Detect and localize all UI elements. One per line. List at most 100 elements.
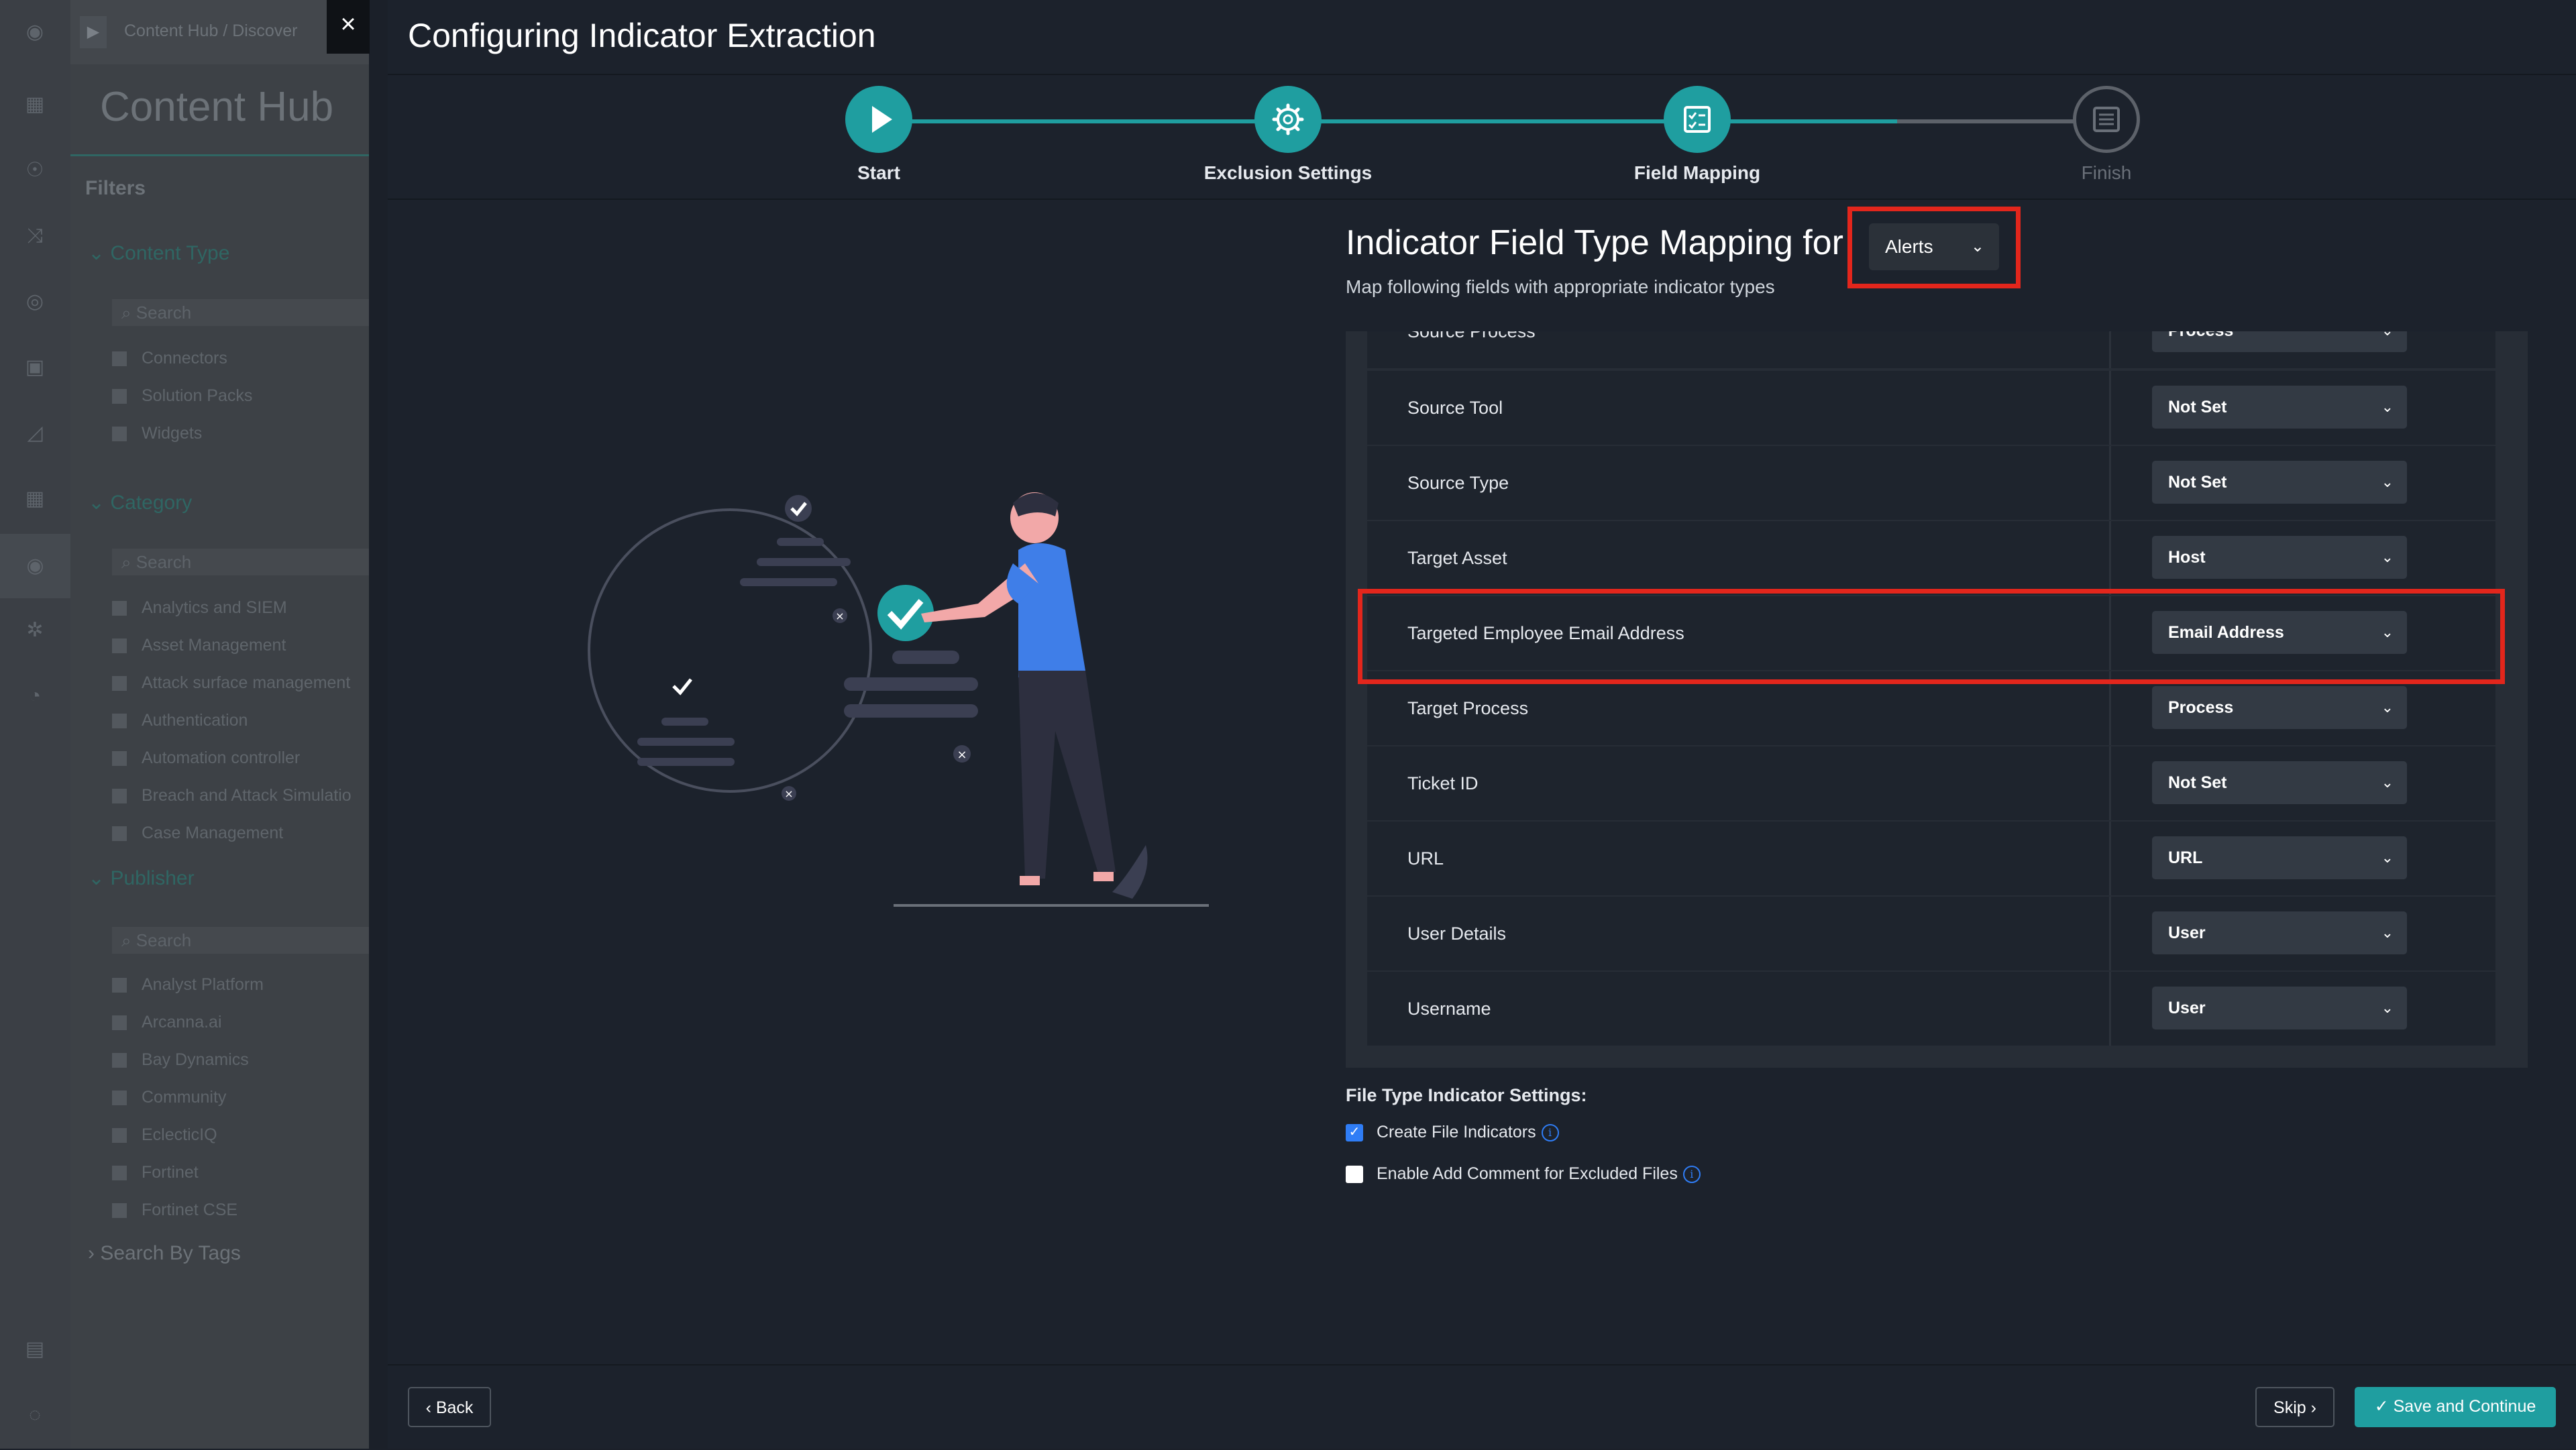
filter-item-label: Fortinet: [142, 1163, 199, 1182]
filter-item-label: Breach and Attack Simulatio: [142, 786, 352, 805]
enable-add-comment-option[interactable]: Enable Add Comment for Excluded Files i: [1346, 1164, 1701, 1184]
filter-item-label: Connectors: [142, 349, 227, 368]
step-start[interactable]: [845, 86, 912, 153]
column-divider: [2109, 331, 2111, 368]
save-and-continue-button[interactable]: ✓ Save and Continue: [2355, 1387, 2556, 1427]
option-label: Create File Indicators: [1377, 1123, 1536, 1141]
table-row: Source Type Not Set ⌄: [1367, 446, 2496, 520]
content-type-label: Content Type: [110, 242, 230, 264]
column-divider: [2109, 446, 2111, 520]
column-divider: [2109, 371, 2111, 445]
svg-text:×: ×: [957, 748, 967, 762]
checkbox-checked[interactable]: ✓: [1346, 1124, 1363, 1142]
wizard-stepper: Start Exclusion Settings Field Mapping F…: [388, 75, 2576, 200]
checkbox-unchecked[interactable]: [1346, 1166, 1363, 1184]
column-divider: [2109, 822, 2111, 895]
indicator-type-select[interactable]: Not Set ⌄: [2152, 761, 2407, 804]
mapping-table[interactable]: Source Process Process ⌄ Source Tool Not …: [1346, 331, 2528, 1068]
step-exclusion-settings-label: Exclusion Settings: [1203, 162, 1373, 183]
indicator-type-select[interactable]: Not Set ⌄: [2152, 461, 2407, 504]
indicator-type-select[interactable]: Process ⌄: [2152, 331, 2407, 352]
apps-icon: ▦: [25, 488, 45, 510]
filter-item-label: Solution Packs: [142, 386, 253, 405]
search-by-tags-section: › Search By Tags: [88, 1242, 241, 1264]
filter-item: Automation controller: [112, 748, 300, 768]
help-icon: ◌: [29, 1404, 41, 1426]
breadcrumb: Content Hub / Discover: [124, 21, 298, 40]
skip-button[interactable]: Skip ›: [2255, 1387, 2334, 1427]
incidents-icon: ☉: [25, 159, 44, 181]
section-subtitle: Map following fields with appropriate in…: [1346, 276, 1775, 297]
filter-item: EclecticIQ: [112, 1125, 217, 1145]
field-name: Source Process: [1407, 331, 1536, 341]
table-row: Ticket ID Not Set ⌄: [1367, 746, 2496, 820]
gear-icon: [1272, 103, 1304, 135]
indicator-type-value: Not Set: [2168, 473, 2227, 492]
info-icon[interactable]: i: [1541, 1124, 1559, 1142]
indicator-type-value: URL: [2168, 848, 2203, 867]
content-type-search: ⌕ Search: [112, 299, 369, 326]
table-row: Source Tool Not Set ⌄: [1367, 371, 2496, 445]
table-row: Source Process Process ⌄: [1367, 331, 2496, 368]
alerts-icon: ◎: [25, 290, 44, 313]
table-row: URL URL ⌄: [1367, 822, 2496, 895]
step-finish[interactable]: [2073, 86, 2140, 153]
logo-icon: ◉: [25, 21, 44, 43]
content-hub-icon: ◉: [0, 534, 70, 598]
create-file-indicators-option[interactable]: ✓ Create File Indicators i: [1346, 1123, 1559, 1142]
chevron-down-icon: ⌄: [2381, 398, 2394, 415]
back-button[interactable]: ‹ Back: [408, 1387, 491, 1427]
file-type-settings-title: File Type Indicator Settings:: [1346, 1085, 1587, 1105]
filter-item: Breach and Attack Simulatio: [112, 786, 352, 805]
column-divider: [2109, 521, 2111, 595]
filter-item-label: Arcanna.ai: [142, 1013, 222, 1031]
close-icon[interactable]: ×: [327, 0, 370, 54]
category-section: ⌄ Category: [88, 492, 193, 514]
indicator-type-select[interactable]: User ⌄: [2152, 911, 2407, 954]
filter-item-label: Fortinet CSE: [142, 1201, 238, 1219]
field-name: URL: [1407, 848, 1444, 869]
filter-item: Fortinet CSE: [112, 1201, 237, 1220]
indicator-type-select[interactable]: URL ⌄: [2152, 836, 2407, 879]
field-name: User Details: [1407, 924, 1507, 944]
content-hub-panel: ▶ Content Hub / Discover Content Hub Fil…: [70, 0, 369, 1449]
dashboard-icon: ▦: [25, 93, 45, 115]
chevron-down-icon: ⌄: [2381, 999, 2394, 1016]
filter-item: Analytics and SIEM: [112, 598, 287, 618]
info-icon[interactable]: i: [1682, 1166, 1701, 1184]
settings-icon: ✲: [26, 619, 44, 641]
chevron-down-icon: ⌄: [2381, 849, 2394, 866]
checklist-icon: [1684, 106, 1711, 133]
step-field-mapping[interactable]: [1664, 86, 1731, 153]
modal-header: Configuring Indicator Extraction: [388, 0, 2576, 75]
filter-item-label: EclecticIQ: [142, 1125, 217, 1144]
filter-item: Community: [112, 1088, 226, 1107]
indicator-type-select[interactable]: Not Set ⌄: [2152, 386, 2407, 429]
svg-text:×: ×: [784, 787, 793, 800]
play-icon: [872, 106, 892, 133]
filter-item: Case Management: [112, 824, 283, 843]
indicator-type-select[interactable]: Host ⌄: [2152, 536, 2407, 579]
column-divider: [2109, 746, 2111, 820]
filter-item-label: Case Management: [142, 824, 284, 842]
table-row: Target Asset Host ⌄: [1367, 521, 2496, 595]
filter-item-label: Analytics and SIEM: [142, 598, 287, 617]
indicator-type-select[interactable]: User ⌄: [2152, 987, 2407, 1029]
filter-item-label: Widgets: [142, 424, 203, 443]
skip-label: Skip: [2273, 1398, 2306, 1417]
category-search: ⌕ Search: [112, 549, 369, 575]
filter-item-label: Authentication: [142, 711, 248, 730]
indicator-type-value: Host: [2168, 548, 2206, 567]
publisher-label: Publisher: [110, 867, 195, 889]
chevron-right-icon: ›: [2306, 1398, 2316, 1417]
table-row: Username User ⌄: [1367, 972, 2496, 1046]
option-label: Enable Add Comment for Excluded Files: [1377, 1164, 1678, 1183]
filter-item: Connectors: [112, 349, 227, 368]
step-exclusion-settings[interactable]: [1254, 86, 1322, 153]
indicator-type-select[interactable]: Process ⌄: [2152, 686, 2407, 729]
step-field-mapping-label: Field Mapping: [1633, 162, 1761, 183]
chevron-down-icon: ⌄: [2381, 549, 2394, 565]
filter-item-label: Automation controller: [142, 748, 301, 767]
field-name: Target Asset: [1407, 548, 1507, 568]
field-name: Ticket ID: [1407, 773, 1479, 793]
